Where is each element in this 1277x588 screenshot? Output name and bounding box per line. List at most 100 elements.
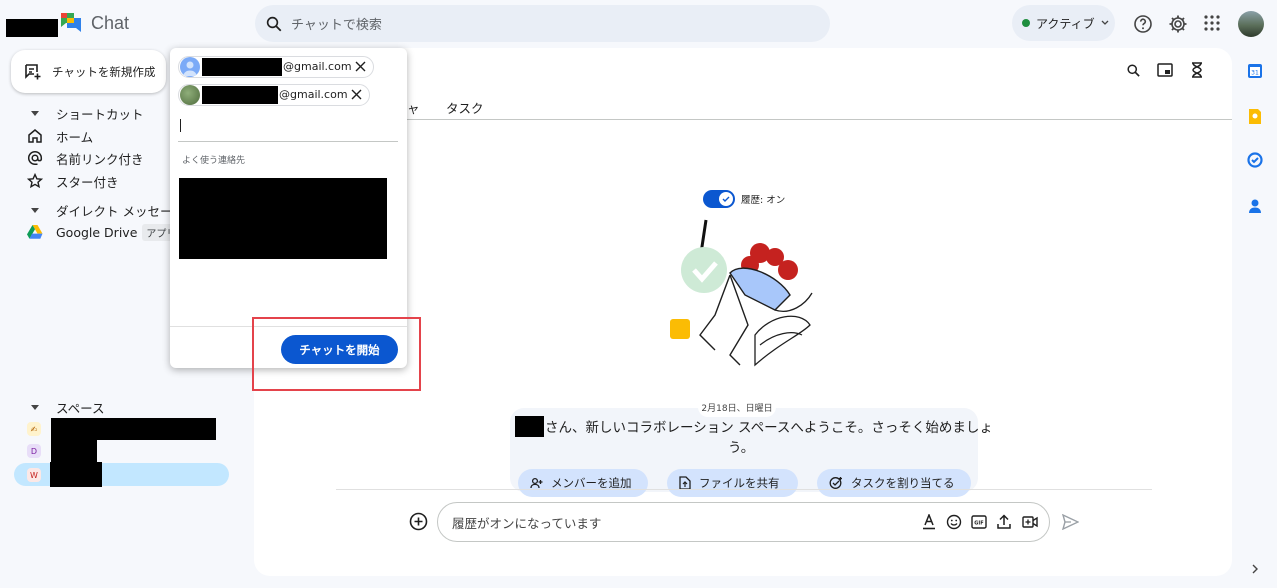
recipient-chip-1[interactable]: @gmail.com bbox=[178, 56, 374, 78]
date-chip: 2月18日、日曜日 bbox=[698, 397, 776, 417]
avatar bbox=[180, 57, 200, 77]
add-members-button[interactable]: メンバーを追加 bbox=[518, 469, 648, 497]
picture-in-picture-icon[interactable] bbox=[1157, 63, 1173, 77]
caret-down-icon bbox=[25, 404, 45, 411]
check-icon bbox=[719, 192, 733, 206]
video-add-icon[interactable] bbox=[1022, 515, 1038, 529]
redacted-space-name bbox=[51, 418, 216, 440]
status-selector[interactable]: アクティブ bbox=[1012, 5, 1115, 41]
redacted-email-user bbox=[202, 58, 282, 76]
chat-logo bbox=[58, 11, 84, 35]
welcome-message-cont: う。 bbox=[728, 440, 755, 456]
chevron-down-icon bbox=[1101, 20, 1109, 26]
status-dot bbox=[1022, 19, 1030, 27]
history-label: 履歴: オン bbox=[741, 195, 786, 206]
space-icon: D bbox=[27, 444, 41, 458]
new-chat-label: チャットを新規作成 bbox=[52, 64, 156, 79]
space-item-1[interactable]: ✍ bbox=[25, 418, 225, 440]
recipient-chip-2[interactable]: @gmail.com bbox=[178, 84, 370, 106]
add-task-icon bbox=[829, 476, 843, 490]
status-label: アクティブ bbox=[1036, 16, 1095, 31]
redacted-email-user bbox=[202, 86, 278, 104]
home-icon bbox=[25, 128, 45, 144]
tasks-icon[interactable] bbox=[1246, 151, 1264, 169]
file-share-icon bbox=[679, 476, 691, 490]
send-icon[interactable] bbox=[1062, 514, 1079, 530]
sidebar-item-label: スター付き bbox=[56, 174, 119, 190]
hourglass-icon[interactable] bbox=[1190, 62, 1204, 78]
star-icon bbox=[25, 173, 45, 189]
caret-down-icon bbox=[25, 207, 45, 214]
search-icon bbox=[265, 15, 283, 33]
text-cursor bbox=[180, 119, 181, 132]
tab-divider bbox=[400, 119, 1232, 120]
space-icon: W bbox=[27, 468, 41, 482]
welcome-message: さん、新しいコラボレーション スペースへようこそ。さっそく始めましょ bbox=[545, 420, 993, 436]
sidebar-item-home[interactable]: ホーム bbox=[25, 125, 93, 147]
composer-divider bbox=[336, 489, 1152, 490]
sidebar-item-mentions[interactable]: 名前リンク付き bbox=[25, 147, 144, 169]
tab-chat-fragment[interactable]: ャ bbox=[407, 98, 420, 117]
emoji-icon[interactable] bbox=[946, 514, 962, 530]
gear-icon[interactable] bbox=[1168, 14, 1188, 34]
calendar-icon[interactable]: 31 bbox=[1246, 62, 1264, 80]
redacted-frequent-contacts bbox=[179, 178, 387, 259]
close-icon[interactable] bbox=[351, 89, 362, 100]
share-file-button[interactable]: ファイルを共有 bbox=[667, 469, 798, 497]
avatar bbox=[180, 85, 200, 105]
spaces-title: スペース bbox=[56, 401, 105, 416]
space-icon: ✍ bbox=[27, 422, 41, 436]
space-item-2[interactable]: D bbox=[25, 438, 225, 462]
at-icon bbox=[25, 150, 45, 166]
google-drive-icon bbox=[25, 225, 45, 239]
sidebar-item-label: ホーム bbox=[56, 129, 94, 145]
gif-icon[interactable]: GIF bbox=[971, 515, 987, 529]
shortcuts-title: ショートカット bbox=[56, 107, 144, 122]
dm-title: ダイレクト メッセージ bbox=[56, 204, 185, 219]
chevron-right-icon[interactable] bbox=[1246, 560, 1264, 578]
shortcuts-section-toggle[interactable]: ショートカット bbox=[25, 104, 144, 123]
redacted-user-name bbox=[515, 416, 544, 437]
space-item-3-selected[interactable]: W bbox=[14, 462, 229, 487]
text-format-icon[interactable] bbox=[922, 514, 936, 530]
spaces-section-toggle[interactable]: スペース bbox=[25, 398, 105, 417]
apps-grid-icon[interactable] bbox=[1204, 15, 1220, 31]
tab-tasks[interactable]: タスク bbox=[446, 98, 484, 117]
email-domain: @gmail.com bbox=[283, 60, 352, 73]
app-title: Chat bbox=[91, 13, 130, 33]
add-people-icon bbox=[530, 477, 543, 490]
search-input[interactable]: チャットで検索 bbox=[291, 14, 382, 33]
add-circle-icon[interactable] bbox=[409, 512, 428, 531]
svg-text:31: 31 bbox=[1251, 70, 1259, 77]
contacts-icon[interactable] bbox=[1246, 197, 1264, 215]
new-chat-icon bbox=[24, 63, 42, 81]
upload-icon[interactable] bbox=[997, 514, 1011, 530]
message-composer[interactable]: 履歴がオンになっています GIF bbox=[437, 502, 1050, 542]
close-icon[interactable] bbox=[355, 61, 366, 72]
new-chat-button[interactable]: チャットを新規作成 bbox=[11, 50, 166, 93]
caret-down-icon bbox=[25, 110, 45, 117]
history-switch[interactable] bbox=[703, 190, 735, 208]
svg-text:GIF: GIF bbox=[974, 521, 983, 527]
search-in-space-icon[interactable] bbox=[1126, 63, 1141, 78]
sidebar-item-starred[interactable]: スター付き bbox=[25, 170, 119, 192]
sidebar-item-label: 名前リンク付き bbox=[56, 151, 144, 167]
account-avatar[interactable] bbox=[1238, 11, 1264, 37]
dm-item-google-drive[interactable]: Google Drive アプリ bbox=[25, 221, 181, 243]
redacted-space-name bbox=[50, 462, 102, 487]
redacted-account-name bbox=[6, 19, 58, 37]
highlight-annotation bbox=[252, 317, 421, 391]
recipient-input[interactable] bbox=[178, 116, 398, 142]
dm-item-label: Google Drive bbox=[56, 224, 138, 240]
history-toggle[interactable]: 履歴: オン bbox=[703, 190, 785, 208]
keep-icon[interactable] bbox=[1246, 107, 1264, 125]
search-bar[interactable]: チャットで検索 bbox=[255, 5, 830, 42]
email-domain: @gmail.com bbox=[279, 88, 348, 101]
help-icon[interactable] bbox=[1133, 14, 1153, 34]
welcome-illustration bbox=[660, 215, 820, 380]
assign-task-button[interactable]: タスクを割り当てる bbox=[817, 469, 971, 497]
composer-input[interactable]: 履歴がオンになっています bbox=[452, 513, 601, 532]
redacted-space-name bbox=[51, 438, 97, 462]
frequent-contacts-label: よく使う連絡先 bbox=[182, 156, 246, 166]
dm-section-toggle[interactable]: ダイレクト メッセージ bbox=[25, 201, 185, 220]
